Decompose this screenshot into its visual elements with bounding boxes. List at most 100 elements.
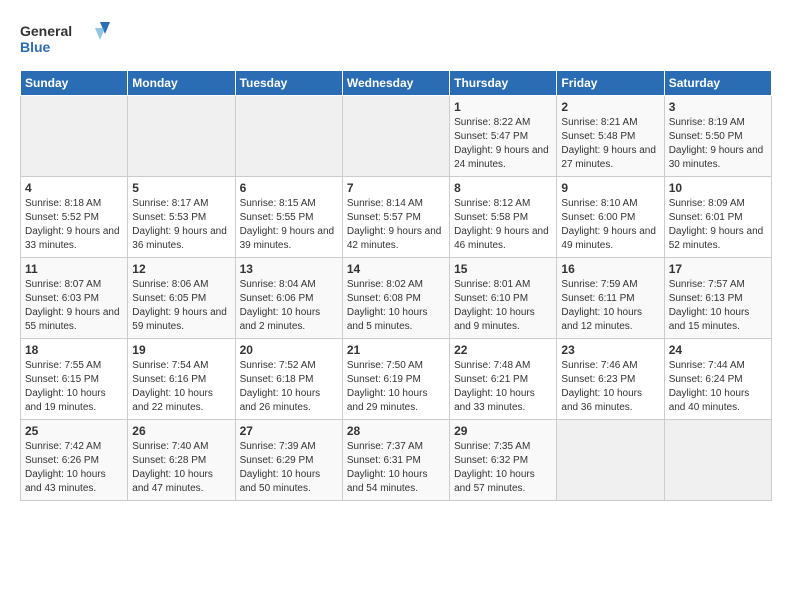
day-number: 16: [561, 262, 659, 276]
cell-content: Sunrise: 8:10 AMSunset: 6:00 PMDaylight:…: [561, 197, 659, 253]
cell-content: Sunrise: 8:06 AMSunset: 6:05 PMDaylight:…: [132, 278, 230, 334]
day-number: 2: [561, 100, 659, 114]
day-number: 6: [240, 181, 338, 195]
cell-content: Sunrise: 7:55 AMSunset: 6:15 PMDaylight:…: [25, 359, 123, 415]
calendar-week-4: 18 Sunrise: 7:55 AMSunset: 6:15 PMDaylig…: [21, 339, 772, 420]
cell-content: Sunrise: 7:46 AMSunset: 6:23 PMDaylight:…: [561, 359, 659, 415]
svg-text:Blue: Blue: [20, 39, 51, 55]
calendar-cell: 28 Sunrise: 7:37 AMSunset: 6:31 PMDaylig…: [342, 420, 449, 501]
logo-svg: General Blue: [20, 20, 110, 60]
day-number: 25: [25, 424, 123, 438]
day-number: 11: [25, 262, 123, 276]
calendar-cell: [664, 420, 771, 501]
calendar-table: SundayMondayTuesdayWednesdayThursdayFrid…: [20, 70, 772, 501]
day-number: 18: [25, 343, 123, 357]
header-day-sunday: Sunday: [21, 71, 128, 96]
calendar-cell: [342, 96, 449, 177]
cell-content: Sunrise: 8:07 AMSunset: 6:03 PMDaylight:…: [25, 278, 123, 334]
day-number: 13: [240, 262, 338, 276]
calendar-cell: 18 Sunrise: 7:55 AMSunset: 6:15 PMDaylig…: [21, 339, 128, 420]
day-number: 23: [561, 343, 659, 357]
calendar-week-1: 1 Sunrise: 8:22 AMSunset: 5:47 PMDayligh…: [21, 96, 772, 177]
day-number: 21: [347, 343, 445, 357]
cell-content: Sunrise: 8:04 AMSunset: 6:06 PMDaylight:…: [240, 278, 338, 334]
calendar-cell: 6 Sunrise: 8:15 AMSunset: 5:55 PMDayligh…: [235, 177, 342, 258]
cell-content: Sunrise: 7:57 AMSunset: 6:13 PMDaylight:…: [669, 278, 767, 334]
calendar-cell: 10 Sunrise: 8:09 AMSunset: 6:01 PMDaylig…: [664, 177, 771, 258]
calendar-cell: 16 Sunrise: 7:59 AMSunset: 6:11 PMDaylig…: [557, 258, 664, 339]
day-number: 8: [454, 181, 552, 195]
cell-content: Sunrise: 8:09 AMSunset: 6:01 PMDaylight:…: [669, 197, 767, 253]
day-number: 9: [561, 181, 659, 195]
calendar-cell: 27 Sunrise: 7:39 AMSunset: 6:29 PMDaylig…: [235, 420, 342, 501]
day-number: 14: [347, 262, 445, 276]
day-number: 1: [454, 100, 552, 114]
header-day-tuesday: Tuesday: [235, 71, 342, 96]
calendar-cell: 26 Sunrise: 7:40 AMSunset: 6:28 PMDaylig…: [128, 420, 235, 501]
header-day-wednesday: Wednesday: [342, 71, 449, 96]
calendar-cell: 21 Sunrise: 7:50 AMSunset: 6:19 PMDaylig…: [342, 339, 449, 420]
header-day-thursday: Thursday: [450, 71, 557, 96]
cell-content: Sunrise: 7:42 AMSunset: 6:26 PMDaylight:…: [25, 440, 123, 496]
calendar-cell: [235, 96, 342, 177]
day-number: 22: [454, 343, 552, 357]
cell-content: Sunrise: 7:39 AMSunset: 6:29 PMDaylight:…: [240, 440, 338, 496]
cell-content: Sunrise: 8:21 AMSunset: 5:48 PMDaylight:…: [561, 116, 659, 172]
day-number: 28: [347, 424, 445, 438]
header-day-monday: Monday: [128, 71, 235, 96]
calendar-cell: 8 Sunrise: 8:12 AMSunset: 5:58 PMDayligh…: [450, 177, 557, 258]
day-number: 10: [669, 181, 767, 195]
cell-content: Sunrise: 7:37 AMSunset: 6:31 PMDaylight:…: [347, 440, 445, 496]
calendar-week-2: 4 Sunrise: 8:18 AMSunset: 5:52 PMDayligh…: [21, 177, 772, 258]
cell-content: Sunrise: 7:35 AMSunset: 6:32 PMDaylight:…: [454, 440, 552, 496]
day-number: 3: [669, 100, 767, 114]
calendar-cell: [128, 96, 235, 177]
header-day-saturday: Saturday: [664, 71, 771, 96]
cell-content: Sunrise: 8:14 AMSunset: 5:57 PMDaylight:…: [347, 197, 445, 253]
day-number: 15: [454, 262, 552, 276]
cell-content: Sunrise: 7:54 AMSunset: 6:16 PMDaylight:…: [132, 359, 230, 415]
cell-content: Sunrise: 7:50 AMSunset: 6:19 PMDaylight:…: [347, 359, 445, 415]
cell-content: Sunrise: 7:40 AMSunset: 6:28 PMDaylight:…: [132, 440, 230, 496]
calendar-cell: 29 Sunrise: 7:35 AMSunset: 6:32 PMDaylig…: [450, 420, 557, 501]
calendar-cell: 13 Sunrise: 8:04 AMSunset: 6:06 PMDaylig…: [235, 258, 342, 339]
calendar-cell: 11 Sunrise: 8:07 AMSunset: 6:03 PMDaylig…: [21, 258, 128, 339]
calendar-cell: 4 Sunrise: 8:18 AMSunset: 5:52 PMDayligh…: [21, 177, 128, 258]
day-number: 20: [240, 343, 338, 357]
day-number: 24: [669, 343, 767, 357]
header-day-friday: Friday: [557, 71, 664, 96]
calendar-cell: 22 Sunrise: 7:48 AMSunset: 6:21 PMDaylig…: [450, 339, 557, 420]
cell-content: Sunrise: 7:52 AMSunset: 6:18 PMDaylight:…: [240, 359, 338, 415]
calendar-cell: 20 Sunrise: 7:52 AMSunset: 6:18 PMDaylig…: [235, 339, 342, 420]
cell-content: Sunrise: 8:15 AMSunset: 5:55 PMDaylight:…: [240, 197, 338, 253]
cell-content: Sunrise: 8:01 AMSunset: 6:10 PMDaylight:…: [454, 278, 552, 334]
day-number: 27: [240, 424, 338, 438]
day-number: 17: [669, 262, 767, 276]
calendar-cell: 9 Sunrise: 8:10 AMSunset: 6:00 PMDayligh…: [557, 177, 664, 258]
day-number: 4: [25, 181, 123, 195]
calendar-cell: 1 Sunrise: 8:22 AMSunset: 5:47 PMDayligh…: [450, 96, 557, 177]
cell-content: Sunrise: 8:22 AMSunset: 5:47 PMDaylight:…: [454, 116, 552, 172]
cell-content: Sunrise: 8:19 AMSunset: 5:50 PMDaylight:…: [669, 116, 767, 172]
calendar-cell: [21, 96, 128, 177]
calendar-week-3: 11 Sunrise: 8:07 AMSunset: 6:03 PMDaylig…: [21, 258, 772, 339]
calendar-cell: 3 Sunrise: 8:19 AMSunset: 5:50 PMDayligh…: [664, 96, 771, 177]
day-number: 7: [347, 181, 445, 195]
calendar-header-row: SundayMondayTuesdayWednesdayThursdayFrid…: [21, 71, 772, 96]
calendar-cell: [557, 420, 664, 501]
day-number: 12: [132, 262, 230, 276]
svg-text:General: General: [20, 23, 72, 39]
calendar-cell: 24 Sunrise: 7:44 AMSunset: 6:24 PMDaylig…: [664, 339, 771, 420]
cell-content: Sunrise: 8:17 AMSunset: 5:53 PMDaylight:…: [132, 197, 230, 253]
calendar-cell: 2 Sunrise: 8:21 AMSunset: 5:48 PMDayligh…: [557, 96, 664, 177]
calendar-cell: 12 Sunrise: 8:06 AMSunset: 6:05 PMDaylig…: [128, 258, 235, 339]
cell-content: Sunrise: 7:44 AMSunset: 6:24 PMDaylight:…: [669, 359, 767, 415]
cell-content: Sunrise: 7:48 AMSunset: 6:21 PMDaylight:…: [454, 359, 552, 415]
day-number: 26: [132, 424, 230, 438]
page-header: General Blue: [20, 20, 772, 60]
cell-content: Sunrise: 8:18 AMSunset: 5:52 PMDaylight:…: [25, 197, 123, 253]
calendar-cell: 15 Sunrise: 8:01 AMSunset: 6:10 PMDaylig…: [450, 258, 557, 339]
day-number: 29: [454, 424, 552, 438]
cell-content: Sunrise: 8:12 AMSunset: 5:58 PMDaylight:…: [454, 197, 552, 253]
calendar-cell: 17 Sunrise: 7:57 AMSunset: 6:13 PMDaylig…: [664, 258, 771, 339]
